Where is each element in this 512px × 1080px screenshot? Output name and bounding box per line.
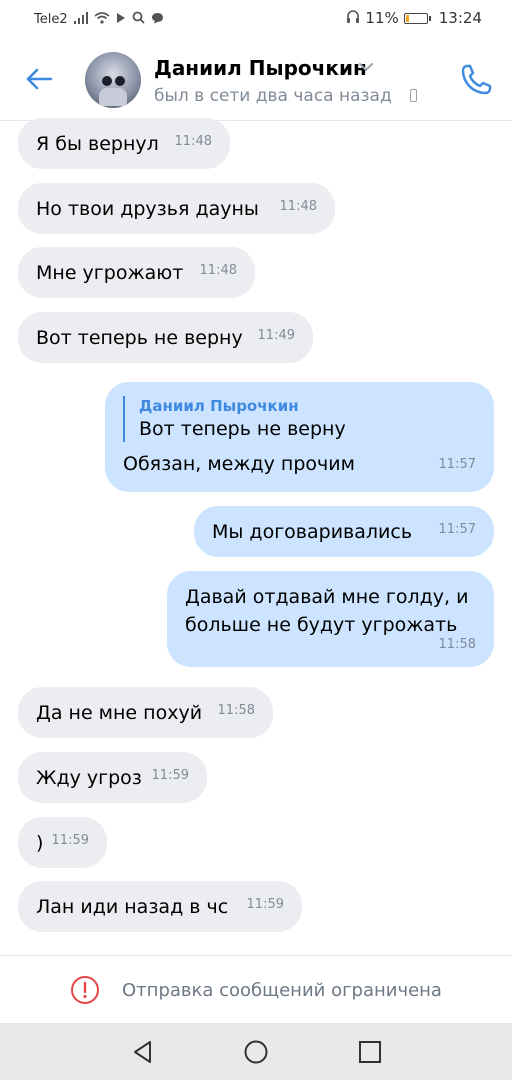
message-text: Да не мне похуй bbox=[36, 702, 203, 724]
avatar[interactable] bbox=[85, 52, 141, 108]
message-time: 11:59 bbox=[151, 768, 189, 783]
message-text: Вот теперь не верну bbox=[36, 327, 243, 349]
message-text: Обязан, между прочим bbox=[123, 453, 355, 475]
message-text: Я бы вернул bbox=[36, 133, 159, 155]
message-bubble-incoming[interactable]: Я бы вернул 11:48 bbox=[18, 118, 230, 169]
message-time: 11:48 bbox=[199, 263, 237, 278]
reply-quote[interactable]: Даниил Пырочкин Вот теперь не верну bbox=[123, 396, 476, 442]
message-text-line-2: больше не будут угрожать bbox=[185, 614, 458, 636]
message-time: 11:59 bbox=[246, 897, 284, 912]
restriction-text: Отправка сообщений ограничена bbox=[122, 979, 442, 1001]
message-bubble-incoming[interactable]: ) 11:59 bbox=[18, 817, 107, 868]
mobile-device-icon bbox=[410, 89, 417, 102]
square-recent-icon bbox=[359, 1041, 381, 1063]
exclamation-circle-icon bbox=[71, 976, 100, 1004]
message-bubble-incoming[interactable]: Лан иди назад в чс 11:59 bbox=[18, 881, 302, 932]
message-text: Но твои друзья дауны bbox=[36, 198, 259, 220]
message-time: 11:58 bbox=[217, 703, 255, 718]
message-time: 11:58 bbox=[438, 637, 476, 652]
chat-header: Даниил Пырочкин был в сети два часа наза… bbox=[0, 38, 512, 121]
arrow-left-icon bbox=[26, 68, 53, 90]
message-time: 11:57 bbox=[438, 457, 476, 472]
message-text: Мне угрожают bbox=[36, 262, 184, 284]
battery-percent: 11% bbox=[365, 9, 399, 27]
message-bubble-incoming[interactable]: Жду угроз 11:59 bbox=[18, 752, 207, 803]
back-button[interactable] bbox=[22, 62, 56, 96]
status-bar-right: 11% 13:24 bbox=[346, 9, 482, 27]
triangle-back-icon bbox=[134, 1041, 151, 1063]
message-bubble-incoming[interactable]: Вот теперь не верну 11:49 bbox=[18, 312, 313, 363]
message-bubble-incoming[interactable]: Мне угрожают 11:48 bbox=[18, 247, 255, 298]
message-bubble-outgoing[interactable]: Давай отдавай мне голду, и больше не буд… bbox=[167, 571, 494, 667]
message-text: Лан иди назад в чс bbox=[36, 896, 229, 918]
message-text: Мы договаривались bbox=[212, 521, 413, 543]
battery-icon bbox=[403, 12, 431, 24]
carrier-label: Tele2 bbox=[34, 11, 68, 27]
nav-home-button[interactable] bbox=[243, 1039, 269, 1065]
phone-icon bbox=[461, 64, 492, 95]
message-time: 11:59 bbox=[51, 833, 89, 848]
message-bubble-outgoing-reply[interactable]: Даниил Пырочкин Вот теперь не верну Обяз… bbox=[105, 382, 494, 492]
headphones-icon bbox=[346, 10, 360, 26]
status-bar-left: Tele2 bbox=[34, 11, 164, 27]
system-nav-bar bbox=[0, 1023, 512, 1080]
message-bubble-outgoing[interactable]: Мы договаривались 11:57 bbox=[194, 506, 494, 557]
chat-icon bbox=[151, 12, 164, 27]
message-time: 11:57 bbox=[438, 522, 476, 537]
reply-text: Вот теперь не верну bbox=[139, 418, 346, 440]
message-bubble-incoming[interactable]: Но твои друзья дауны 11:48 bbox=[18, 183, 335, 234]
search-icon bbox=[132, 11, 145, 27]
play-icon bbox=[116, 12, 126, 27]
message-time: 11:49 bbox=[257, 328, 295, 343]
nav-back-button[interactable] bbox=[130, 1039, 156, 1065]
circle-home-icon bbox=[244, 1040, 268, 1064]
chevron-down-icon[interactable] bbox=[358, 62, 374, 72]
message-text: Жду угроз bbox=[36, 767, 142, 789]
contact-name[interactable]: Даниил Пырочкин bbox=[154, 56, 367, 80]
signal-icon bbox=[73, 11, 88, 27]
message-text: ) bbox=[36, 832, 44, 854]
message-time: 11:48 bbox=[279, 199, 317, 214]
call-button[interactable] bbox=[458, 62, 494, 98]
nav-recent-button[interactable] bbox=[357, 1039, 383, 1065]
message-text-line-1: Давай отдавай мне голду, и bbox=[185, 586, 469, 608]
contact-status: был в сети два часа назад bbox=[154, 86, 392, 106]
message-bubble-incoming[interactable]: Да не мне похуй 11:58 bbox=[18, 687, 273, 738]
wifi-icon bbox=[94, 11, 110, 27]
reply-author: Даниил Пырочкин bbox=[139, 397, 299, 415]
message-time: 11:48 bbox=[174, 134, 212, 149]
messaging-restricted-bar: Отправка сообщений ограничена bbox=[0, 955, 512, 1024]
clock: 13:24 bbox=[438, 9, 482, 27]
status-bar: Tele2 11% 13:24 bbox=[0, 0, 512, 38]
